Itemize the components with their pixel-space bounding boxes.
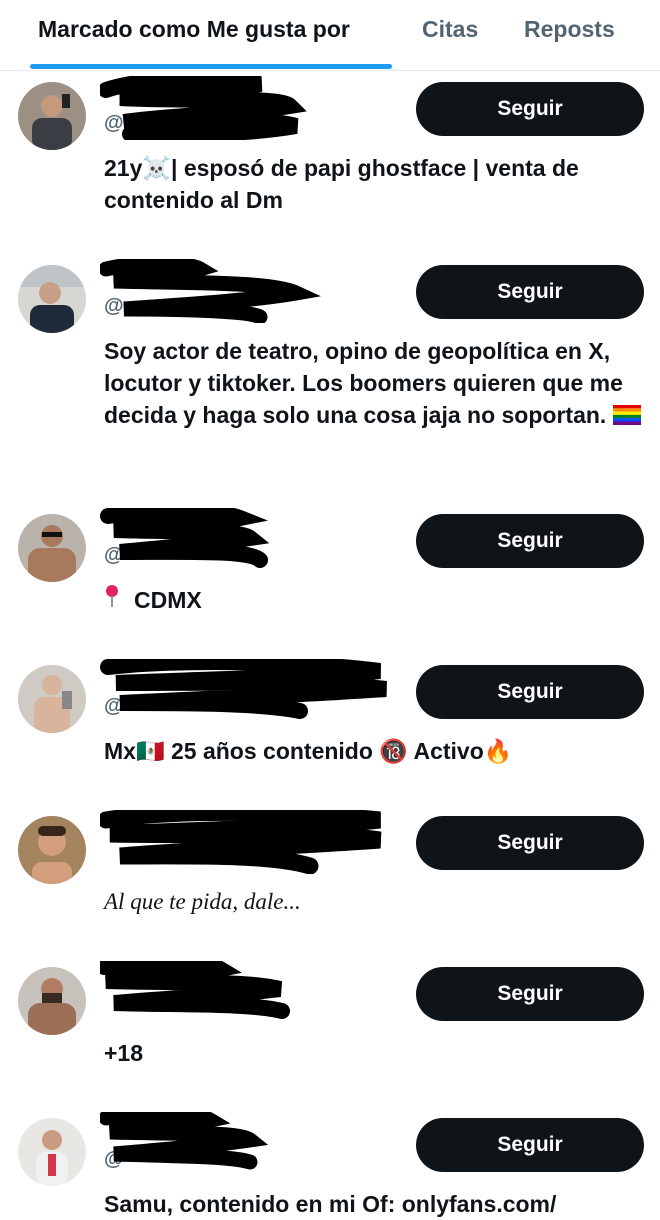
pin-icon	[104, 584, 120, 616]
avatar[interactable]	[18, 967, 86, 1035]
avatar[interactable]	[18, 514, 86, 582]
active-tab-indicator	[30, 64, 392, 69]
follow-button[interactable]: Seguir	[416, 1118, 644, 1172]
redaction-scribble	[100, 810, 382, 874]
avatar[interactable]	[18, 1118, 86, 1186]
user-bio: CDMX	[104, 584, 644, 616]
tab-liked-by[interactable]: Marcado como Me gusta por	[38, 16, 350, 43]
redaction-scribble	[100, 76, 307, 140]
redaction-scribble	[100, 659, 387, 719]
user-bio: Al que te pida, dale...	[104, 889, 301, 914]
avatar[interactable]	[18, 665, 86, 733]
tab-reposts[interactable]: Reposts	[524, 16, 615, 43]
follow-button[interactable]: Seguir	[416, 514, 644, 568]
follow-button[interactable]: Seguir	[416, 665, 644, 719]
user-bio-text: CDMX	[134, 587, 202, 613]
redaction-scribble	[100, 508, 270, 568]
user-bio: Mx🇲🇽 25 años contenido 🔞 Activo🔥	[104, 738, 513, 764]
follow-button[interactable]: Seguir	[416, 82, 644, 136]
avatar[interactable]	[18, 816, 86, 884]
rainbow-flag-icon	[612, 405, 641, 425]
user-bio-text: Soy actor de teatro, opino de geopolític…	[104, 338, 623, 428]
follow-button[interactable]: Seguir	[416, 265, 644, 319]
user-bio: 21y☠️| esposó de papi ghostface | venta …	[104, 155, 579, 213]
avatar[interactable]	[18, 265, 86, 333]
user-bio: Samu, contenido en mi Of: onlyfans.com/	[104, 1191, 557, 1217]
follow-button[interactable]: Seguir	[416, 816, 644, 870]
redaction-scribble	[100, 961, 290, 1019]
tab-quotes[interactable]: Citas	[422, 16, 478, 43]
redaction-scribble	[100, 1112, 269, 1170]
redaction-scribble	[100, 259, 322, 323]
follow-button[interactable]: Seguir	[416, 967, 644, 1021]
user-bio: +18	[104, 1040, 144, 1066]
avatar[interactable]	[18, 82, 86, 150]
user-bio: Soy actor de teatro, opino de geopolític…	[104, 335, 644, 431]
tab-bar: Marcado como Me gusta por Citas Reposts	[0, 0, 660, 71]
